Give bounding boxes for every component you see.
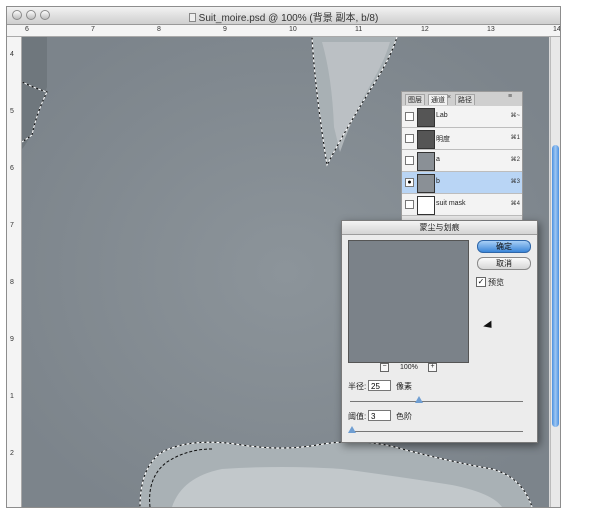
title-bar[interactable]: Suit_moire.psd @ 100% (背景 副本, b/8) [7,7,560,25]
checkmark-icon: ✓ [477,277,485,286]
vertical-scroll-thumb[interactable] [552,145,559,427]
zoom-out-icon[interactable]: − [380,363,389,372]
channel-shortcut: ⌘2 [510,157,520,163]
ruler-tick-label: 14 [553,26,561,33]
dust-and-scratches-dialog: 蒙尘与划痕 − 100% + 确定 取消 ✓ 预览 半径: 25 像素 阈值: … [341,220,538,443]
threshold-unit: 色阶 [396,412,412,421]
threshold-label: 阈值: [348,412,367,421]
radius-unit: 像素 [396,382,412,391]
visibility-toggle-icon[interactable] [405,200,414,209]
ruler-tick-label: 13 [487,26,495,33]
preview-checkbox[interactable]: ✓ [476,277,486,287]
cancel-button[interactable]: 取消 [477,257,531,270]
channel-shortcut: ⌘4 [510,201,520,207]
radius-input[interactable]: 25 [368,380,391,391]
ruler-tick-label: 8 [10,279,14,286]
ruler-tick-label: 10 [289,26,297,33]
window-title-text: Suit_moire.psd @ 100% (背景 副本, b/8) [198,13,379,24]
panel-tab-row: 图层 通道 路径 × ≡ [402,92,522,107]
channel-name: suit mask [436,200,466,207]
ruler-tick-label: 8 [157,26,161,33]
ruler-tick-label: 11 [355,26,363,33]
channel-thumbnail [417,196,435,215]
horizontal-ruler[interactable]: 6 7 8 9 10 11 12 13 14 [7,25,560,37]
channel-row-b[interactable]: ● b ⌘3 [402,172,522,194]
channel-row-suit-mask[interactable]: suit mask ⌘4 [402,194,522,216]
vertical-scrollbar[interactable] [550,37,560,507]
threshold-input[interactable]: 3 [368,410,391,421]
radius-label: 半径: [348,382,367,391]
channel-name: 明度 [436,136,450,143]
channel-shortcut: ⌘3 [510,179,520,185]
ruler-tick-label: 12 [421,26,429,33]
ruler-tick-label: 9 [10,336,14,343]
preview-label: 预览 [488,278,504,287]
filter-preview[interactable] [348,240,469,363]
threshold-slider-handle[interactable] [347,426,356,433]
channel-name: Lab [436,112,448,119]
channel-row-lightness[interactable]: 明度 ⌘1 [402,128,522,150]
tab-paths[interactable]: 路径 [455,94,475,105]
channel-row-lab[interactable]: Lab ⌘~ [402,106,522,128]
ok-button[interactable]: 确定 [477,240,531,253]
channel-shortcut: ⌘1 [510,135,520,141]
channel-thumbnail [417,152,435,171]
document-icon [188,13,196,22]
zoom-level: 100% [400,364,418,371]
ruler-tick-label: 1 [10,393,14,400]
radius-slider-track[interactable] [350,401,523,402]
zoom-in-icon[interactable]: + [428,363,437,372]
visibility-toggle-icon[interactable] [405,112,414,121]
vertical-ruler[interactable]: 4 5 6 7 8 9 1 2 [7,37,22,507]
ruler-tick-label: 6 [10,165,14,172]
panel-menu-icon[interactable]: ≡ [508,93,512,100]
channel-shortcut: ⌘~ [510,113,520,119]
tab-channels[interactable]: 通道 [428,94,448,105]
dialog-title[interactable]: 蒙尘与划痕 [342,221,537,235]
channels-panel: 图层 通道 路径 × ≡ Lab ⌘~ 明度 ⌘1 a ⌘2 ● b ⌘3 su… [401,91,523,224]
visibility-toggle-icon[interactable] [405,134,414,143]
ruler-tick-label: 4 [10,51,14,58]
channel-thumbnail [417,174,435,193]
ruler-tick-label: 9 [223,26,227,33]
channel-name: a [436,156,440,163]
ruler-tick-label: 5 [10,108,14,115]
channel-thumbnail [417,108,435,127]
radius-slider-handle[interactable] [415,396,424,403]
ruler-tick-label: 2 [10,450,14,457]
ruler-tick-label: 6 [25,26,29,33]
close-tab-icon[interactable]: × [447,94,451,101]
ruler-tick-label: 7 [91,26,95,33]
ruler-tick-label: 7 [10,222,14,229]
visibility-toggle-icon[interactable] [405,156,414,165]
tab-layers[interactable]: 图层 [405,94,425,105]
channel-thumbnail [417,130,435,149]
channel-row-a[interactable]: a ⌘2 [402,150,522,172]
window-title: Suit_moire.psd @ 100% (背景 副本, b/8) [7,9,560,24]
channel-name: b [436,178,440,185]
threshold-slider-track[interactable] [350,431,523,432]
eye-icon[interactable]: ● [405,178,414,187]
